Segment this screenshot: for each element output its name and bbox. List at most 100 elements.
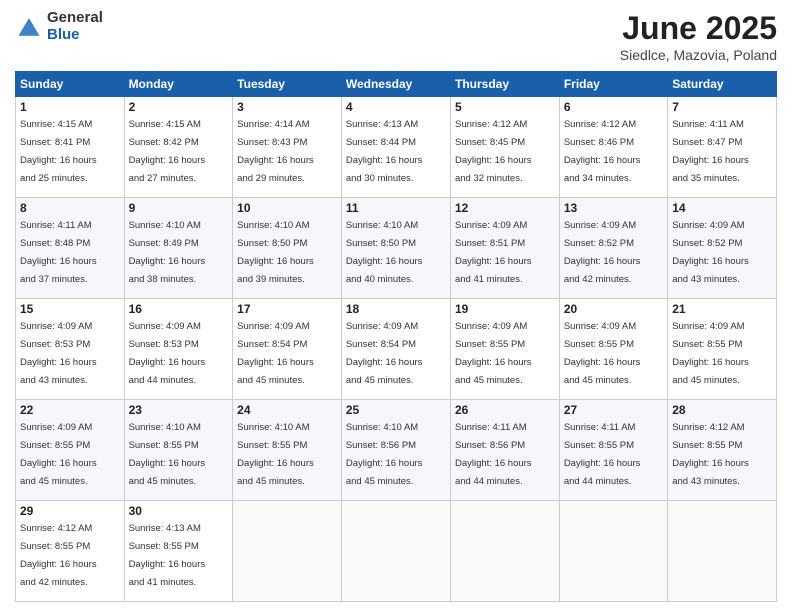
calendar-cell: 17 Sunrise: 4:09 AMSunset: 8:54 PMDaylig… (233, 299, 342, 400)
day-number: 13 (564, 201, 663, 215)
day-info: Sunrise: 4:10 AMSunset: 8:55 PMDaylight:… (237, 422, 314, 487)
page: General Blue June 2025 Siedlce, Mazovia,… (0, 0, 792, 612)
day-info: Sunrise: 4:13 AMSunset: 8:44 PMDaylight:… (346, 119, 423, 184)
calendar-cell: 20 Sunrise: 4:09 AMSunset: 8:55 PMDaylig… (559, 299, 667, 400)
calendar-cell: 15 Sunrise: 4:09 AMSunset: 8:53 PMDaylig… (16, 299, 125, 400)
calendar-cell: 26 Sunrise: 4:11 AMSunset: 8:56 PMDaylig… (450, 400, 559, 501)
day-number: 8 (20, 201, 120, 215)
logo: General Blue (15, 10, 103, 43)
day-number: 10 (237, 201, 337, 215)
calendar-cell: 23 Sunrise: 4:10 AMSunset: 8:55 PMDaylig… (124, 400, 233, 501)
day-number: 17 (237, 302, 337, 316)
col-tuesday: Tuesday (233, 72, 342, 97)
calendar-week-row: 1 Sunrise: 4:15 AMSunset: 8:41 PMDayligh… (16, 97, 777, 198)
day-info: Sunrise: 4:10 AMSunset: 8:50 PMDaylight:… (346, 220, 423, 285)
day-info: Sunrise: 4:09 AMSunset: 8:54 PMDaylight:… (346, 321, 423, 386)
day-info: Sunrise: 4:12 AMSunset: 8:55 PMDaylight:… (20, 523, 97, 588)
header: General Blue June 2025 Siedlce, Mazovia,… (15, 10, 777, 63)
day-number: 4 (346, 100, 446, 114)
day-info: Sunrise: 4:10 AMSunset: 8:49 PMDaylight:… (129, 220, 206, 285)
day-number: 18 (346, 302, 446, 316)
calendar-cell (341, 501, 450, 602)
day-number: 28 (672, 403, 772, 417)
day-info: Sunrise: 4:10 AMSunset: 8:55 PMDaylight:… (129, 422, 206, 487)
calendar-cell: 24 Sunrise: 4:10 AMSunset: 8:55 PMDaylig… (233, 400, 342, 501)
calendar-cell: 7 Sunrise: 4:11 AMSunset: 8:47 PMDayligh… (668, 97, 777, 198)
logo-general-text: General (47, 10, 103, 27)
day-info: Sunrise: 4:09 AMSunset: 8:55 PMDaylight:… (20, 422, 97, 487)
col-sunday: Sunday (16, 72, 125, 97)
day-info: Sunrise: 4:09 AMSunset: 8:54 PMDaylight:… (237, 321, 314, 386)
day-number: 25 (346, 403, 446, 417)
calendar-cell: 1 Sunrise: 4:15 AMSunset: 8:41 PMDayligh… (16, 97, 125, 198)
day-number: 29 (20, 504, 120, 518)
day-number: 7 (672, 100, 772, 114)
day-info: Sunrise: 4:11 AMSunset: 8:47 PMDaylight:… (672, 119, 749, 184)
day-number: 20 (564, 302, 663, 316)
calendar-cell: 8 Sunrise: 4:11 AMSunset: 8:48 PMDayligh… (16, 198, 125, 299)
day-info: Sunrise: 4:09 AMSunset: 8:55 PMDaylight:… (672, 321, 749, 386)
calendar-cell: 28 Sunrise: 4:12 AMSunset: 8:55 PMDaylig… (668, 400, 777, 501)
calendar-header-row: Sunday Monday Tuesday Wednesday Thursday… (16, 72, 777, 97)
col-thursday: Thursday (450, 72, 559, 97)
day-info: Sunrise: 4:09 AMSunset: 8:52 PMDaylight:… (672, 220, 749, 285)
day-info: Sunrise: 4:10 AMSunset: 8:56 PMDaylight:… (346, 422, 423, 487)
calendar-cell (559, 501, 667, 602)
calendar-cell: 13 Sunrise: 4:09 AMSunset: 8:52 PMDaylig… (559, 198, 667, 299)
logo-text: General Blue (47, 10, 103, 43)
day-number: 15 (20, 302, 120, 316)
day-info: Sunrise: 4:11 AMSunset: 8:56 PMDaylight:… (455, 422, 532, 487)
day-number: 26 (455, 403, 555, 417)
calendar-cell: 3 Sunrise: 4:14 AMSunset: 8:43 PMDayligh… (233, 97, 342, 198)
col-monday: Monday (124, 72, 233, 97)
calendar-cell: 5 Sunrise: 4:12 AMSunset: 8:45 PMDayligh… (450, 97, 559, 198)
day-number: 11 (346, 201, 446, 215)
calendar-cell: 19 Sunrise: 4:09 AMSunset: 8:55 PMDaylig… (450, 299, 559, 400)
calendar-cell: 30 Sunrise: 4:13 AMSunset: 8:55 PMDaylig… (124, 501, 233, 602)
day-number: 30 (129, 504, 229, 518)
calendar-week-row: 15 Sunrise: 4:09 AMSunset: 8:53 PMDaylig… (16, 299, 777, 400)
day-number: 21 (672, 302, 772, 316)
calendar-cell (233, 501, 342, 602)
day-number: 27 (564, 403, 663, 417)
day-number: 2 (129, 100, 229, 114)
day-info: Sunrise: 4:15 AMSunset: 8:41 PMDaylight:… (20, 119, 97, 184)
calendar-week-row: 29 Sunrise: 4:12 AMSunset: 8:55 PMDaylig… (16, 501, 777, 602)
day-info: Sunrise: 4:12 AMSunset: 8:55 PMDaylight:… (672, 422, 749, 487)
calendar-cell: 10 Sunrise: 4:10 AMSunset: 8:50 PMDaylig… (233, 198, 342, 299)
day-info: Sunrise: 4:09 AMSunset: 8:53 PMDaylight:… (129, 321, 206, 386)
day-number: 24 (237, 403, 337, 417)
calendar-cell: 29 Sunrise: 4:12 AMSunset: 8:55 PMDaylig… (16, 501, 125, 602)
day-info: Sunrise: 4:09 AMSunset: 8:52 PMDaylight:… (564, 220, 641, 285)
location: Siedlce, Mazovia, Poland (620, 47, 777, 63)
col-friday: Friday (559, 72, 667, 97)
day-info: Sunrise: 4:09 AMSunset: 8:55 PMDaylight:… (564, 321, 641, 386)
title-area: June 2025 Siedlce, Mazovia, Poland (620, 10, 777, 63)
day-info: Sunrise: 4:12 AMSunset: 8:46 PMDaylight:… (564, 119, 641, 184)
calendar-cell: 18 Sunrise: 4:09 AMSunset: 8:54 PMDaylig… (341, 299, 450, 400)
day-number: 19 (455, 302, 555, 316)
day-number: 6 (564, 100, 663, 114)
day-info: Sunrise: 4:13 AMSunset: 8:55 PMDaylight:… (129, 523, 206, 588)
day-info: Sunrise: 4:09 AMSunset: 8:53 PMDaylight:… (20, 321, 97, 386)
col-wednesday: Wednesday (341, 72, 450, 97)
calendar-cell: 9 Sunrise: 4:10 AMSunset: 8:49 PMDayligh… (124, 198, 233, 299)
day-number: 12 (455, 201, 555, 215)
calendar-cell (450, 501, 559, 602)
calendar-cell: 21 Sunrise: 4:09 AMSunset: 8:55 PMDaylig… (668, 299, 777, 400)
day-number: 22 (20, 403, 120, 417)
calendar: Sunday Monday Tuesday Wednesday Thursday… (15, 71, 777, 602)
calendar-cell: 11 Sunrise: 4:10 AMSunset: 8:50 PMDaylig… (341, 198, 450, 299)
calendar-cell: 6 Sunrise: 4:12 AMSunset: 8:46 PMDayligh… (559, 97, 667, 198)
day-info: Sunrise: 4:10 AMSunset: 8:50 PMDaylight:… (237, 220, 314, 285)
calendar-cell: 4 Sunrise: 4:13 AMSunset: 8:44 PMDayligh… (341, 97, 450, 198)
calendar-cell: 27 Sunrise: 4:11 AMSunset: 8:55 PMDaylig… (559, 400, 667, 501)
calendar-cell: 25 Sunrise: 4:10 AMSunset: 8:56 PMDaylig… (341, 400, 450, 501)
day-info: Sunrise: 4:09 AMSunset: 8:51 PMDaylight:… (455, 220, 532, 285)
logo-blue-text: Blue (47, 27, 103, 44)
day-number: 23 (129, 403, 229, 417)
day-info: Sunrise: 4:11 AMSunset: 8:55 PMDaylight:… (564, 422, 641, 487)
day-info: Sunrise: 4:11 AMSunset: 8:48 PMDaylight:… (20, 220, 97, 285)
logo-icon (15, 13, 43, 41)
calendar-week-row: 8 Sunrise: 4:11 AMSunset: 8:48 PMDayligh… (16, 198, 777, 299)
